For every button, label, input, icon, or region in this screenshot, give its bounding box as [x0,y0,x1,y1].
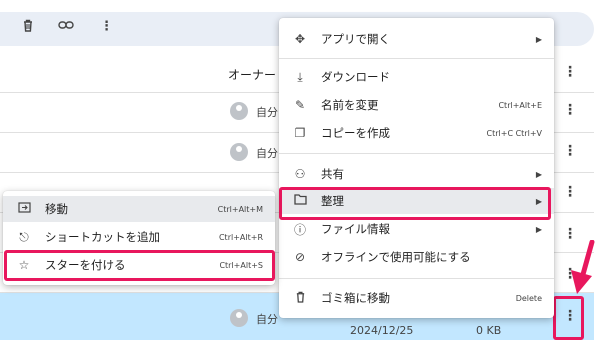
menu-item-label: ゴミ箱に移動 [321,291,390,305]
more-vert-icon[interactable]: ⋮ [563,184,577,200]
owner-cell: 自分 [256,147,278,160]
file-size: 0 KB [476,324,502,337]
owner-column-header[interactable]: オーナー [228,66,276,83]
menu-item-open-with[interactable]: ✥ アプリで開く ▶ [279,26,554,52]
menu-item-label: 移動 [45,202,68,216]
info-icon: ⓘ [293,222,306,237]
avatar [230,102,248,120]
modified-date: 2024/12/25 [350,324,414,337]
chevron-right-icon: ▶ [535,34,542,44]
menu-item-label: 共有 [321,167,344,181]
more-vert-icon[interactable]: ⋮ [563,143,577,159]
shortcut-text: Ctrl+Alt+E [498,100,542,110]
shortcut-text: Ctrl+C Ctrl+V [486,128,542,138]
menu-item-label: ダウンロード [321,70,390,84]
avatar [230,143,248,161]
shortcut-text: Ctrl+Alt+R [218,232,263,242]
share-icon: ⚇ [294,167,306,181]
open-with-icon: ✥ [294,32,306,46]
shortcut-text: Ctrl+Alt+M [217,204,263,214]
more-vert-icon[interactable]: ⋮ [563,102,577,118]
chevron-right-icon: ▶ [535,169,542,179]
submenu-item-add-shortcut[interactable]: ⎋ ショートカットを追加 Ctrl+Alt+R [3,224,275,250]
menu-item-label: オフラインで使用可能にする [321,250,471,264]
menu-item-label: 名前を変更 [321,98,379,112]
add-shortcut-icon: ⎋ [19,229,29,244]
owner-cell: 自分 [256,313,278,326]
highlight-box-kebab [553,296,584,340]
highlight-box-organize [279,187,551,220]
divider [279,58,554,59]
menu-item-label: ショートカットを追加 [45,230,160,244]
pointer-arrow [571,240,595,294]
owner-cell: 自分 [256,106,278,119]
menu-item-label: コピーを作成 [321,126,390,140]
submenu-item-move[interactable]: 移動 Ctrl+Alt+M [3,196,275,222]
menu-item-trash[interactable]: ゴミ箱に移動 Delete [279,285,554,311]
copy-icon: ❐ [294,126,306,140]
divider [279,153,554,154]
offline-icon: ⊘ [294,250,306,264]
highlight-box-star [4,250,275,281]
menu-item-make-copy[interactable]: ❐ コピーを作成 Ctrl+C Ctrl+V [279,120,554,146]
more-vert-icon[interactable]: ⋮ [100,19,113,34]
move-icon [15,202,33,216]
chevron-right-icon: ▶ [535,224,542,234]
menu-item-label: アプリで開く [321,32,390,46]
trash-icon[interactable] [22,19,34,36]
context-menu: ✥ アプリで開く ▶ ⤓ ダウンロード ✎ 名前を変更 Ctrl+Alt+E ❐… [279,18,554,318]
menu-item-download[interactable]: ⤓ ダウンロード [279,64,554,90]
shortcut-text: Delete [515,293,542,303]
download-icon: ⤓ [297,69,303,84]
menu-item-label: ファイル情報 [321,222,390,236]
more-vert-icon[interactable]: ⋮ [563,64,577,80]
menu-item-rename[interactable]: ✎ 名前を変更 Ctrl+Alt+E [279,92,554,118]
avatar [230,309,248,327]
trash-icon [291,291,309,306]
link-icon[interactable] [58,19,74,35]
menu-item-share[interactable]: ⚇ 共有 ▶ [279,161,554,187]
menu-item-offline[interactable]: ⊘ オフラインで使用可能にする [279,244,554,270]
divider [279,278,554,279]
rename-icon: ✎ [294,98,306,112]
